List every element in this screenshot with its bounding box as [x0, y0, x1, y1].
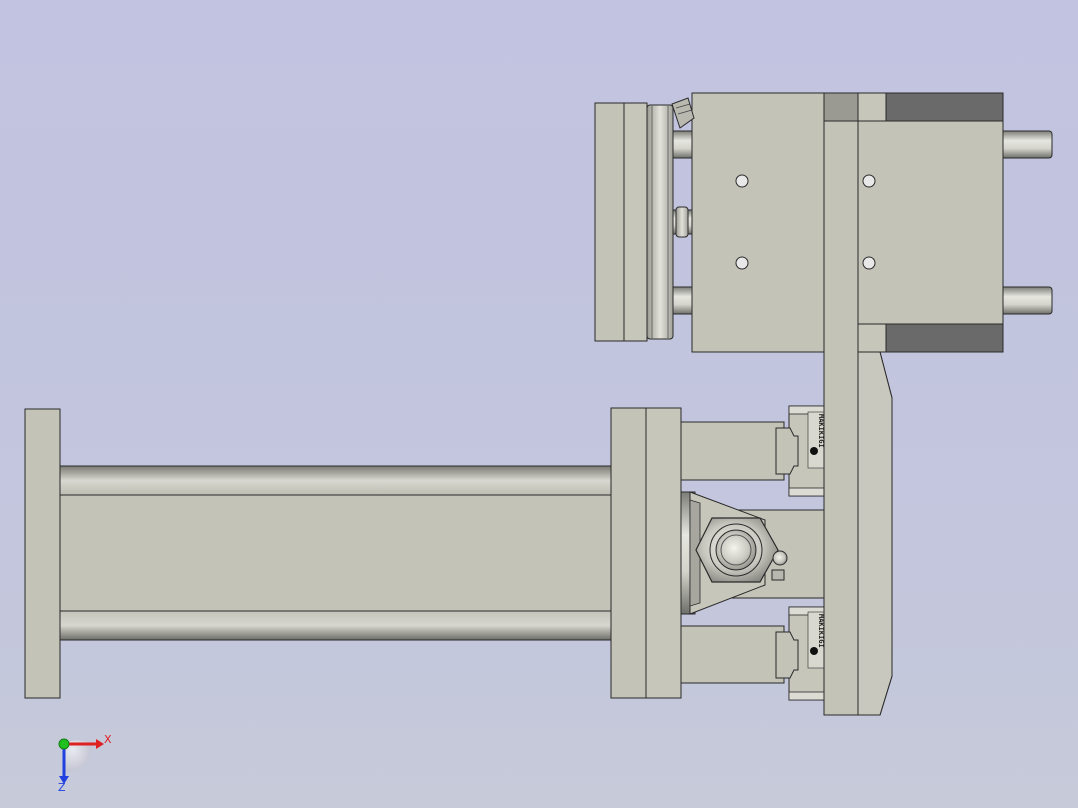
triad-z-label: Z	[58, 781, 66, 794]
gripper-guide-rods	[671, 97, 695, 315]
orientation-triad[interactable]: X Z	[58, 733, 112, 794]
guided-cylinder-block[interactable]	[857, 92, 1053, 353]
cylinder-assembly[interactable]	[24, 407, 682, 699]
cad-viewport[interactable]: MAKIKIGI MAKIKIGI X Z	[0, 0, 1078, 808]
rear-rod-upper	[999, 130, 1053, 159]
slide-block[interactable]	[691, 92, 825, 353]
cylinder-front-flange	[610, 407, 647, 699]
triad-x-label: X	[104, 733, 112, 746]
triad-y-axis	[58, 738, 70, 750]
rear-rod-lower	[999, 286, 1053, 315]
gripper-end-plates[interactable]	[594, 102, 674, 342]
cylinder-tube	[59, 465, 613, 641]
cylinder-front-plate	[645, 407, 682, 699]
linear-slide-upper[interactable]: MAKIKIGI	[775, 405, 826, 497]
linear-slide-lower[interactable]: MAKIKIGI	[775, 606, 826, 701]
cad-model-view[interactable]: MAKIKIGI MAKIKIGI X Z	[0, 0, 1078, 808]
cylinder-rear-cap	[24, 408, 61, 699]
